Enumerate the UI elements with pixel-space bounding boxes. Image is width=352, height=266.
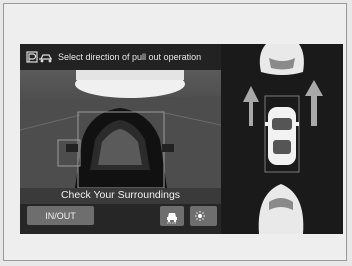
day-night-button[interactable] [190, 206, 217, 226]
forward-right-arrow-icon[interactable] [305, 80, 323, 126]
park-assist-icon [26, 49, 54, 65]
camera-pane: Select direction of pull out operation C… [20, 44, 221, 234]
overhead-view [221, 44, 343, 234]
camera-view [20, 70, 221, 188]
display-screen: Select direction of pull out operation C… [20, 44, 343, 234]
camera-view-button[interactable] [160, 206, 184, 226]
check-surroundings-message: Check Your Surroundings [60, 189, 181, 201]
page-frame: Select direction of pull out operation C… [3, 3, 347, 261]
car-top-view-icon [265, 107, 299, 165]
day-night-icon [194, 210, 213, 222]
forward-left-arrow-icon[interactable] [243, 86, 259, 126]
header-bar: Select direction of pull out operation [20, 44, 221, 70]
control-bar: IN/OUT [20, 204, 221, 234]
header-title: Select direction of pull out operation [58, 52, 202, 62]
camera-view-icon [164, 208, 180, 224]
inout-button[interactable]: IN/OUT [27, 206, 94, 225]
